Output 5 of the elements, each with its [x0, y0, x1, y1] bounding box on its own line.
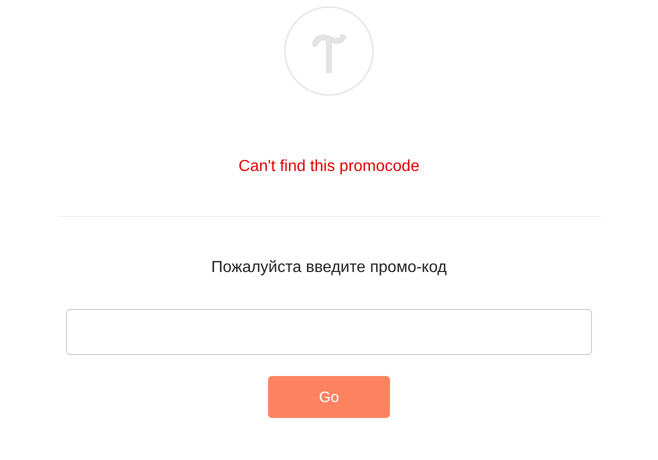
prompt-text: Пожалуйста введите промо-код — [211, 258, 447, 278]
promo-code-field[interactable] — [66, 309, 592, 355]
go-button[interactable]: Go — [268, 376, 390, 418]
logo-icon — [284, 6, 374, 96]
error-message: Can't find this promocode — [238, 157, 420, 177]
